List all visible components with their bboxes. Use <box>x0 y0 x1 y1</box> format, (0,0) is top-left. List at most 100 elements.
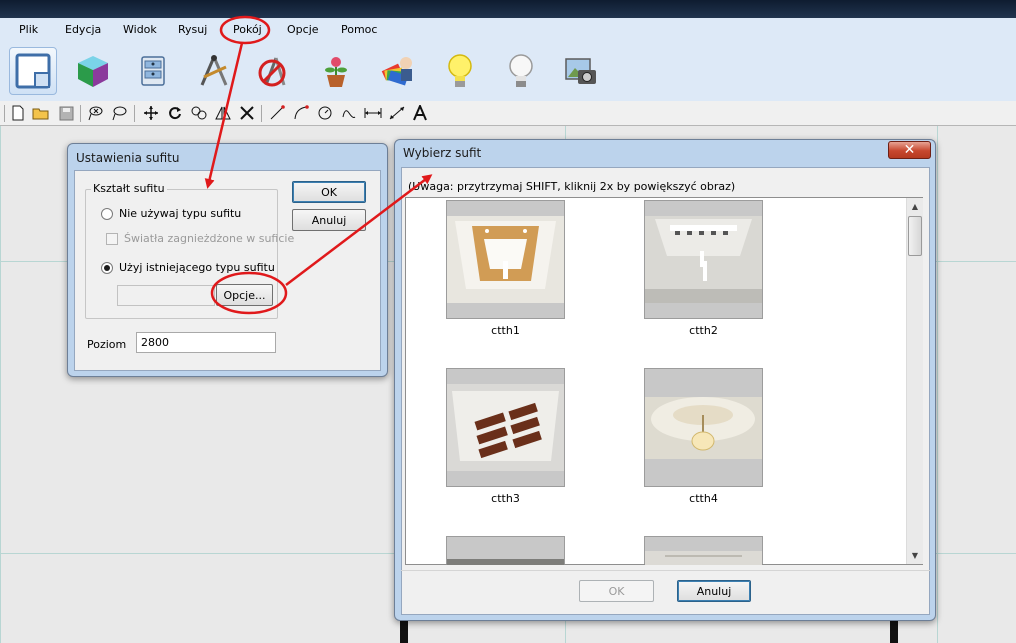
new-file-button[interactable] <box>9 104 27 122</box>
ceiling-thumbnail[interactable] <box>446 536 565 565</box>
new-file-icon <box>12 105 24 121</box>
lasso-deselect-icon <box>112 106 127 121</box>
light-on-button[interactable] <box>436 47 484 95</box>
lasso-deselect-button[interactable] <box>110 104 128 122</box>
no-ceiling-radio[interactable] <box>101 208 113 220</box>
toolbar-separator <box>261 105 262 122</box>
curve-button[interactable] <box>340 104 358 122</box>
divider <box>401 570 930 571</box>
window-title-strip <box>0 0 1016 18</box>
line-button[interactable] <box>268 104 286 122</box>
existing-ceiling-radio[interactable] <box>101 262 113 274</box>
diagonal-dimension-button[interactable] <box>388 104 406 122</box>
rotate-copy-button[interactable] <box>190 104 208 122</box>
open-button[interactable] <box>32 104 50 122</box>
ceiling-thumbnail[interactable] <box>644 368 763 487</box>
close-icon: ✕ <box>903 142 916 158</box>
options-button[interactable]: Opcje... <box>216 284 273 306</box>
nested-lights-label: Światła zagnieżdżone w suficie <box>124 232 295 245</box>
3d-cube-icon <box>78 56 108 87</box>
existing-ceiling-label[interactable]: Użyj istniejącego typu sufitu <box>119 261 275 274</box>
camera-photo-icon <box>565 58 596 84</box>
ceiling-thumbnail[interactable] <box>644 200 763 319</box>
ceiling-ctth2-image <box>645 216 762 303</box>
lasso-select-button[interactable] <box>86 104 104 122</box>
furniture-button[interactable] <box>129 47 177 95</box>
save-button[interactable] <box>57 104 75 122</box>
open-folder-icon <box>32 108 49 120</box>
close-button[interactable]: ✕ <box>888 141 931 159</box>
menu-item-edycja[interactable]: Edycja <box>65 23 101 36</box>
ceiling-thumbnail[interactable] <box>446 200 565 319</box>
ceiling-shape-group: Kształt sufitu Nie używaj typu sufitu Św… <box>85 182 294 319</box>
dialog-body: Kształt sufitu Nie używaj typu sufitu Św… <box>74 170 381 371</box>
scrollbar-thumb[interactable] <box>908 216 922 256</box>
dialog-title: Wybierz sufit <box>403 146 482 160</box>
cancel-button[interactable]: Anuluj <box>677 580 751 602</box>
toolbar-separator <box>134 105 135 122</box>
furniture-cabinet-icon <box>141 56 165 86</box>
rotate-button[interactable] <box>166 104 184 122</box>
level-label: Poziom <box>87 338 127 351</box>
ceiling-thumbnail-image <box>447 559 564 565</box>
floor-plan-icon <box>15 53 51 89</box>
circle-button[interactable] <box>316 104 334 122</box>
menu-item-pokoj[interactable]: Pokój <box>233 23 262 36</box>
diagonal-dimension-icon <box>389 106 405 120</box>
ceiling-item-label[interactable]: ctth1 <box>446 324 565 337</box>
move-button[interactable] <box>142 104 160 122</box>
menu-item-rysuj[interactable]: Rysuj <box>178 23 207 36</box>
menu-item-widok[interactable]: Widok <box>123 23 157 36</box>
light-bulb-icon <box>448 54 472 87</box>
cancel-button[interactable]: Anuluj <box>292 209 366 231</box>
3d-view-button[interactable] <box>69 47 117 95</box>
floor-plan-button[interactable] <box>9 47 57 95</box>
ceiling-type-field <box>117 285 215 306</box>
scroll-up-icon[interactable]: ▲ <box>907 198 923 214</box>
menu-item-opcje[interactable]: Opcje <box>287 23 319 36</box>
plant-pot-icon <box>325 57 347 87</box>
level-input[interactable]: 2800 <box>136 332 276 353</box>
scroll-down-icon[interactable]: ▼ <box>907 547 923 563</box>
delete-button[interactable] <box>238 104 256 122</box>
no-drawing-button[interactable] <box>250 47 298 95</box>
menu-item-pomoc[interactable]: Pomoc <box>341 23 377 36</box>
toolbar-separator <box>4 105 5 122</box>
materials-button[interactable] <box>374 47 422 95</box>
drawing-tools-button[interactable] <box>190 47 238 95</box>
light-bulb-off-icon <box>509 54 533 87</box>
mirror-button[interactable] <box>214 104 232 122</box>
photo-button[interactable] <box>557 47 605 95</box>
ok-button[interactable]: OK <box>579 580 654 602</box>
dialog-title: Ustawienia sufitu <box>76 151 180 165</box>
text-tool-button[interactable] <box>411 104 429 122</box>
save-icon <box>59 106 73 120</box>
light-off-button[interactable] <box>497 47 545 95</box>
hint-text: (Uwaga: przytrzymaj SHIFT, kliknij 2x by… <box>408 180 736 193</box>
drawing-tools-icon <box>200 55 228 86</box>
dimension-button[interactable] <box>364 104 382 122</box>
ceiling-item-label[interactable]: ctth3 <box>446 492 565 505</box>
nested-lights-checkbox[interactable] <box>106 233 118 245</box>
delete-icon <box>240 106 254 120</box>
circle-icon <box>318 106 332 120</box>
ceiling-item-label[interactable]: ctth2 <box>644 324 763 337</box>
color-palette-icon <box>381 57 412 86</box>
menu-item-plik[interactable]: Plik <box>19 23 38 36</box>
arc-button[interactable] <box>292 104 310 122</box>
rotate-icon <box>169 107 181 120</box>
ribbon-toolbar <box>0 42 1016 101</box>
ok-button[interactable]: OK <box>292 181 366 203</box>
plants-button[interactable] <box>312 47 360 95</box>
move-icon <box>144 106 158 120</box>
ceiling-thumbnail[interactable] <box>644 536 763 565</box>
ceiling-thumbnail[interactable] <box>446 368 565 487</box>
lasso-select-icon <box>88 106 103 121</box>
vertical-scrollbar[interactable]: ▲ ▼ <box>906 198 923 564</box>
drawing-toolbar <box>0 101 1016 126</box>
group-label: Kształt sufitu <box>91 182 167 195</box>
ceiling-item-label[interactable]: ctth4 <box>644 492 763 505</box>
dimension-icon <box>364 108 382 118</box>
no-ceiling-label[interactable]: Nie używaj typu sufitu <box>119 207 241 220</box>
toolbar-separator <box>80 105 81 122</box>
